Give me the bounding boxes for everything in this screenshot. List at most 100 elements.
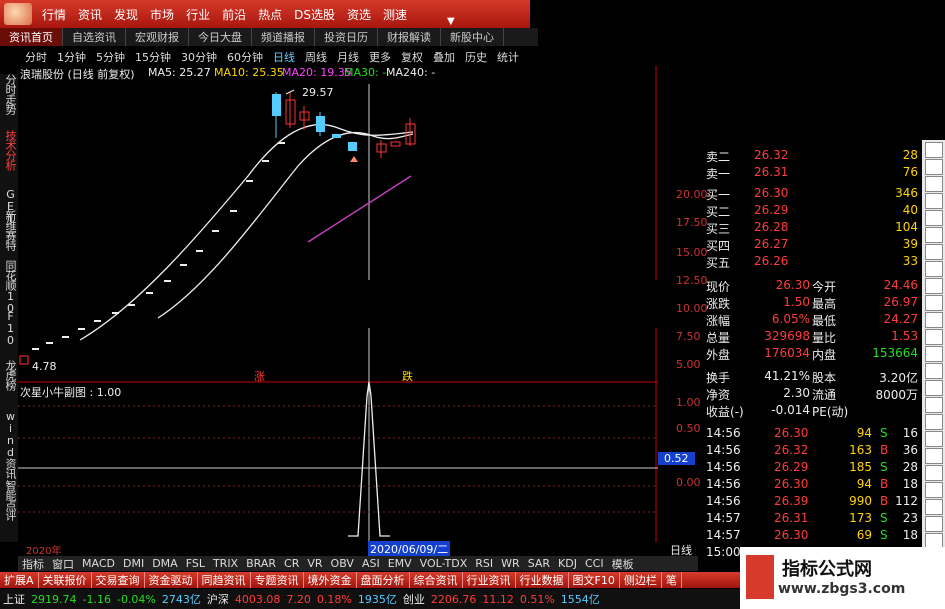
toolbar-button[interactable]: 60分钟 [222,49,268,65]
side-tool-icon[interactable] [925,363,943,379]
indicator-tab[interactable]: RSI [471,557,497,570]
index-name[interactable]: 沪深 [204,591,232,607]
top-menu-item[interactable]: 市场 [144,6,180,23]
side-tool-icon[interactable] [925,278,943,294]
side-tool-icon[interactable] [925,414,943,430]
bottom-link[interactable]: 交易查询 [92,572,145,588]
bottom-link[interactable]: 笔 [662,572,682,588]
tab-1[interactable]: 自选资讯 [63,28,126,46]
kline-chart-area[interactable]: 浪瑞股份 (日线 前复权) MA5: 25.27 MA10: 25.35 MA2… [18,66,708,557]
side-tool-icon[interactable] [925,482,943,498]
bottom-link[interactable]: 行业资讯 [463,572,516,588]
top-menu-item[interactable]: 资讯 [72,6,108,23]
toolbar-button[interactable]: 15分钟 [130,49,176,65]
bottom-link[interactable]: 盘面分析 [357,572,410,588]
indicator-tab[interactable]: DMI [119,557,148,570]
indicator-tab[interactable]: 指标 [18,556,48,572]
bottom-link[interactable]: 资金驱动 [145,572,198,588]
indicator-tab[interactable]: 窗口 [48,556,78,572]
toolbar-button[interactable]: 叠加 [428,49,460,65]
side-tool-icon[interactable] [925,244,943,260]
indicator-tab[interactable]: VOL-TDX [416,557,472,570]
indicator-tab[interactable]: TRIX [209,557,242,570]
sidebar-tab[interactable]: 新维赛特 [0,210,18,250]
toolbar-button[interactable]: 历史 [460,49,492,65]
indicator-tab[interactable]: OBV [327,557,358,570]
top-menu-item[interactable]: 测速 [377,6,413,23]
indicator-tab[interactable]: DMA [148,557,182,570]
top-menu-item[interactable]: 发现 [108,6,144,23]
sidebar-tab[interactable]: 技术分析 [0,130,18,170]
side-tool-icon[interactable] [925,261,943,277]
sidebar-tab[interactable]: F10 [0,310,18,346]
indicator-tab[interactable]: VR [303,557,326,570]
index-name[interactable]: 上证 [0,591,28,607]
top-menu-item[interactable]: 前沿 [216,6,252,23]
indicator-tab[interactable]: KDJ [554,557,581,570]
bottom-link[interactable]: 境外资金 [304,572,357,588]
side-tool-icon[interactable] [925,210,943,226]
top-menu-item[interactable]: 热点 [252,6,288,23]
side-tool-icon[interactable] [925,312,943,328]
side-tool-icon[interactable] [925,465,943,481]
bottom-link[interactable]: 行业数据 [516,572,569,588]
sidebar-tab[interactable]: 分时走势 [0,74,18,114]
indicator-tab[interactable]: MACD [78,557,119,570]
top-menu-item[interactable]: DS选股 [288,6,341,23]
toolbar-button[interactable]: 周线 [300,49,332,65]
sidebar-tab[interactable]: 智能点评 [0,480,18,520]
side-tool-icon[interactable] [925,346,943,362]
indicator-tab[interactable]: BRAR [242,557,280,570]
indicator-tab[interactable]: EMV [384,557,416,570]
indicator-tab[interactable]: CCI [581,557,608,570]
indicator-tab[interactable]: 模板 [608,556,638,572]
indicator-tab[interactable]: WR [497,557,524,570]
bottom-link[interactable]: 扩展A [0,572,39,588]
indicator-tab[interactable]: CR [280,557,303,570]
sidebar-tab[interactable]: 龙虎榜 [0,360,18,390]
toolbar-button[interactable]: 1分钟 [52,49,91,65]
side-tool-icon[interactable] [925,176,943,192]
indicator-tab[interactable]: FSL [182,557,209,570]
side-tool-icon[interactable] [925,516,943,532]
bottom-link[interactable]: 同趋资讯 [198,572,251,588]
toolbar-button[interactable]: 月线 [332,49,364,65]
menu-dropdown-icon[interactable]: ▼ [447,16,455,27]
side-tool-icon[interactable] [925,397,943,413]
top-menu-item[interactable]: 行情 [36,6,72,23]
tab-5[interactable]: 投资日历 [315,28,378,46]
top-menu-item[interactable]: 资选 [341,6,377,23]
index-name[interactable]: 创业 [400,591,428,607]
side-tool-icon[interactable] [925,380,943,396]
toolbar-button[interactable]: 日线 [268,49,300,65]
toolbar-button[interactable]: 分时 [20,49,52,65]
sidebar-tab[interactable]: 同花顺10 [0,260,18,314]
toolbar-button[interactable]: 30分钟 [176,49,222,65]
bottom-link[interactable]: 综合资讯 [410,572,463,588]
tab-3[interactable]: 今日大盘 [189,28,252,46]
side-tool-icon[interactable] [925,159,943,175]
toolbar-button[interactable]: 统计 [492,49,524,65]
bottom-link[interactable]: 专题资讯 [251,572,304,588]
bottom-link[interactable]: 图文F10 [569,572,620,588]
toolbar-button[interactable]: 5分钟 [91,49,130,65]
toolbar-button[interactable]: 复权 [396,49,428,65]
side-tool-icon[interactable] [925,227,943,243]
top-menu-item[interactable]: 行业 [180,6,216,23]
bottom-link[interactable]: 关联报价 [39,572,92,588]
tab-7[interactable]: 新股中心 [441,28,504,46]
tab-6[interactable]: 财报解读 [378,28,441,46]
toolbar-button[interactable]: 更多 [364,49,396,65]
tab-2[interactable]: 宏观财报 [126,28,189,46]
indicator-tab[interactable]: SAR [524,557,554,570]
side-tool-icon[interactable] [925,295,943,311]
tab-0[interactable]: 资讯首页 [0,28,63,46]
side-tool-icon[interactable] [925,499,943,515]
tab-4[interactable]: 频道播报 [252,28,315,46]
side-tool-icon[interactable] [925,193,943,209]
bottom-link[interactable]: 侧边栏 [620,572,662,588]
side-tool-icon[interactable] [925,142,943,158]
side-tool-icon[interactable] [925,329,943,345]
side-tool-icon[interactable] [925,448,943,464]
side-tool-icon[interactable] [925,431,943,447]
